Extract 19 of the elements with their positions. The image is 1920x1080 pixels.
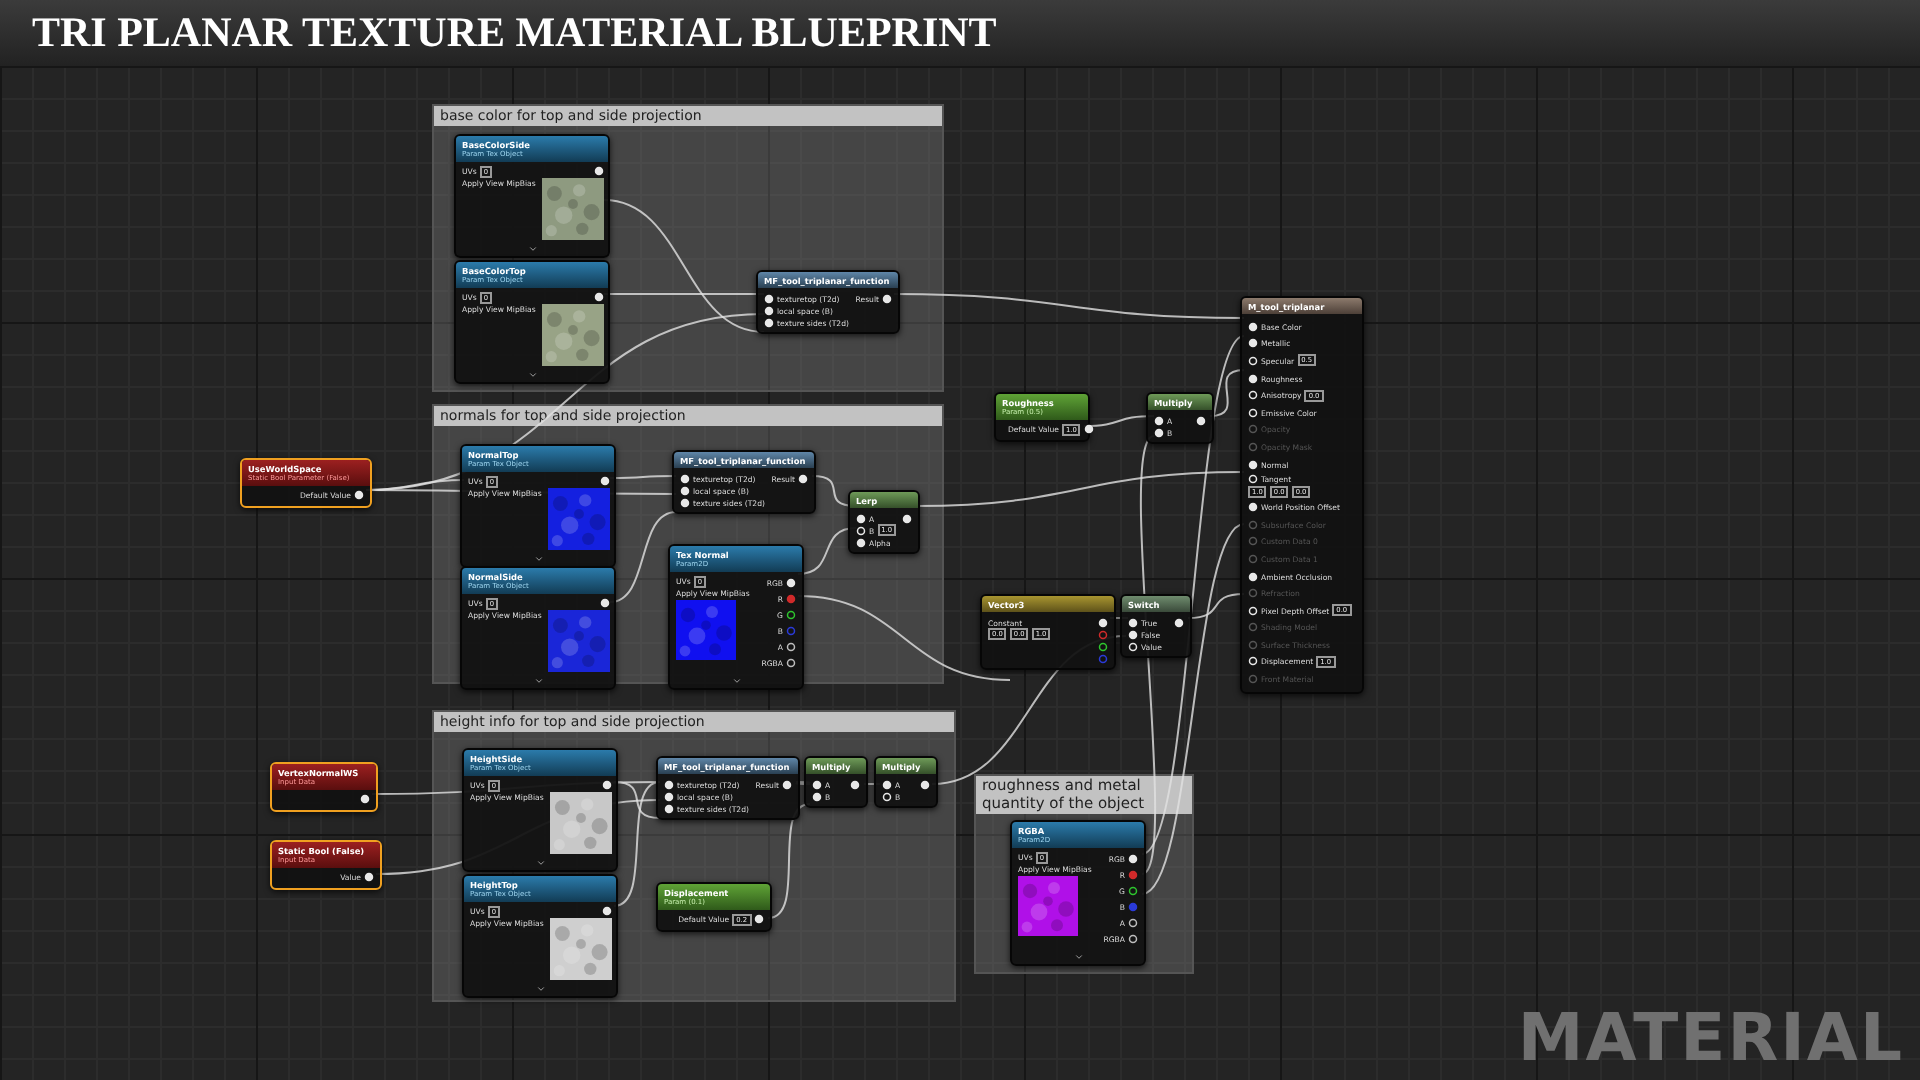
page-title: TRI PLANAR TEXTURE MATERIAL BLUEPRINT [32, 8, 997, 58]
pin-icon[interactable] [786, 658, 796, 668]
pin-icon[interactable] [1128, 918, 1138, 928]
expand-icon[interactable] [535, 984, 545, 994]
graph-node[interactable] [1240, 296, 1364, 694]
pin-icon[interactable] [1098, 641, 1108, 651]
expand-icon[interactable] [527, 370, 537, 380]
expand-icon[interactable] [533, 554, 543, 564]
pin-icon[interactable] [1128, 886, 1138, 896]
expand-icon[interactable] [533, 676, 543, 686]
pin-icon[interactable] [786, 610, 796, 620]
expand-icon[interactable] [731, 676, 741, 686]
expand-icon[interactable] [1073, 952, 1083, 962]
pin-icon[interactable] [786, 642, 796, 652]
expand-icon[interactable] [527, 244, 537, 254]
pin-icon[interactable] [1128, 934, 1138, 944]
expand-icon[interactable] [535, 858, 545, 868]
corner-label: MATERIAL [1517, 998, 1904, 1076]
connection-wire [767, 803, 811, 919]
